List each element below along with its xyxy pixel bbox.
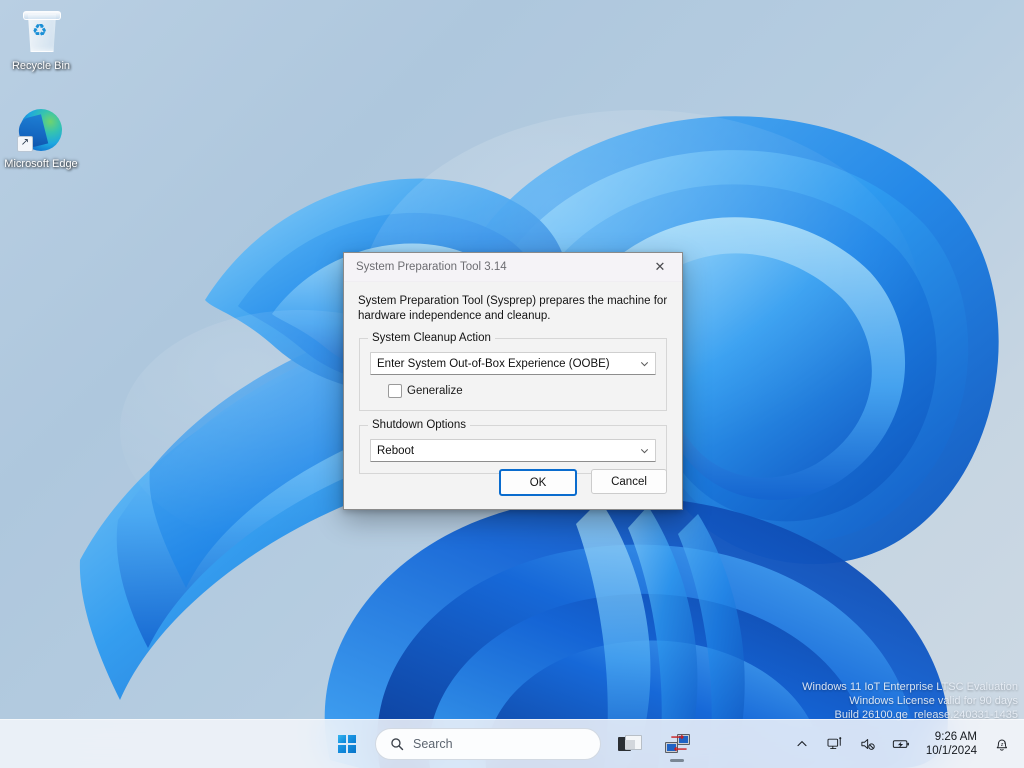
desktop-icon-microsoft-edge[interactable]: ↗ Microsoft Edge <box>2 106 80 171</box>
volume-button[interactable] <box>854 729 882 759</box>
system-tray: 9:26 AM 10/1/2024 z z <box>788 720 1016 768</box>
clock[interactable]: 9:26 AM 10/1/2024 <box>920 730 983 758</box>
shortcut-arrow-icon: ↗ <box>17 136 33 152</box>
windows-activation-watermark: Windows 11 IoT Enterprise LTSC Evaluatio… <box>802 680 1018 722</box>
generalize-checkbox-row[interactable]: Generalize <box>388 384 656 398</box>
windows-logo-icon <box>338 735 356 753</box>
dialog-titlebar[interactable]: System Preparation Tool 3.14 ✕ <box>344 253 682 282</box>
dialog-title: System Preparation Tool 3.14 <box>344 261 638 273</box>
sysprep-icon: ⟶ ⟵ <box>665 733 689 755</box>
desktop-icon-label: Microsoft <box>4 158 49 170</box>
chevron-down-icon <box>640 359 649 368</box>
clock-date: 10/1/2024 <box>926 744 977 758</box>
taskbar[interactable]: Search ⟶ ⟵ <box>0 719 1024 768</box>
chevron-down-icon <box>640 446 649 455</box>
close-icon[interactable]: ✕ <box>638 253 682 281</box>
desktop[interactable]: ♻ Recycle Bin ↗ Microsoft Edge Windows 1… <box>0 0 1024 768</box>
clock-time: 9:26 AM <box>926 730 977 744</box>
cleanup-action-value: Enter System Out-of-Box Experience (OOBE… <box>377 358 610 370</box>
recycle-bin-icon: ♻ <box>17 8 65 56</box>
task-view-icon <box>618 735 640 753</box>
battery-icon <box>892 737 910 751</box>
group-legend: System Cleanup Action <box>368 332 495 344</box>
network-button[interactable] <box>821 729 849 759</box>
system-preparation-tool-dialog[interactable]: System Preparation Tool 3.14 ✕ System Pr… <box>343 252 683 510</box>
system-cleanup-action-group: System Cleanup Action Enter System Out-o… <box>359 338 667 411</box>
ok-button[interactable]: OK <box>499 469 577 496</box>
cancel-button[interactable]: Cancel <box>591 469 667 494</box>
shutdown-options-group: Shutdown Options Reboot <box>359 425 667 474</box>
chevron-up-icon <box>796 738 808 750</box>
dialog-buttons: OK Cancel <box>499 469 667 496</box>
generalize-label: Generalize <box>407 385 463 397</box>
search-input[interactable]: Search <box>375 728 601 760</box>
network-icon <box>827 737 843 751</box>
desktop-icon-recycle-bin[interactable]: ♻ Recycle Bin <box>2 8 80 73</box>
svg-text:z: z <box>1004 739 1006 744</box>
watermark-line-2: Windows License valid for 90 days <box>802 694 1018 708</box>
cleanup-action-select[interactable]: Enter System Out-of-Box Experience (OOBE… <box>370 352 656 375</box>
desktop-icon-label: Recycle Bin <box>12 60 70 72</box>
shutdown-option-value: Reboot <box>377 445 414 457</box>
dialog-description: System Preparation Tool (Sysprep) prepar… <box>344 282 682 324</box>
bell-do-not-disturb-icon: z z <box>994 737 1010 752</box>
group-legend: Shutdown Options <box>368 419 470 431</box>
task-view-button[interactable] <box>609 724 649 764</box>
taskbar-center-group: Search ⟶ ⟵ <box>327 720 697 768</box>
shutdown-option-select[interactable]: Reboot <box>370 439 656 462</box>
generalize-checkbox[interactable] <box>388 384 402 398</box>
taskbar-app-sysprep[interactable]: ⟶ ⟵ <box>657 724 697 764</box>
battery-button[interactable] <box>887 729 915 759</box>
show-hidden-icons-button[interactable] <box>788 729 816 759</box>
edge-icon: ↗ <box>17 106 65 154</box>
notifications-button[interactable]: z z <box>988 729 1016 759</box>
desktop-icon-label-line2: Edge <box>52 158 78 170</box>
start-button[interactable] <box>327 724 367 764</box>
search-placeholder: Search <box>413 737 453 751</box>
app-running-indicator <box>670 759 684 762</box>
watermark-line-1: Windows 11 IoT Enterprise LTSC Evaluatio… <box>802 680 1018 694</box>
speaker-muted-icon <box>860 737 876 751</box>
search-icon <box>390 737 404 751</box>
